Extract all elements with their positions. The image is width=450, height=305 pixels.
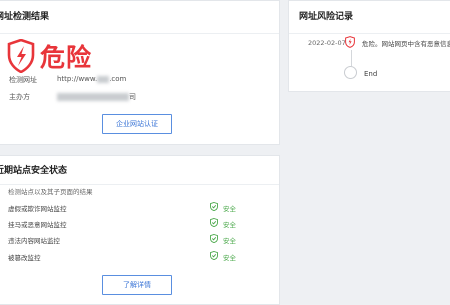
safe-shield-icon: [210, 218, 218, 227]
owner-value: 司: [57, 92, 136, 102]
status-row-value: 安全: [223, 237, 236, 245]
url-value: http://www. .com: [57, 75, 126, 83]
timeline-line: [351, 50, 352, 66]
verdict-text: 危险: [40, 43, 93, 72]
safe-shield-icon: [210, 251, 218, 260]
status-row: 违法内容网站监控 安全: [8, 234, 268, 247]
timeline-end-dot: [344, 66, 357, 79]
status-row-label: 违法内容网站监控: [8, 237, 60, 245]
status-row-label: 挂马或恶意网站监控: [8, 221, 67, 229]
url-prefix: http://www.: [57, 75, 98, 83]
danger-record-icon: [345, 36, 355, 48]
url-suffix: .com: [109, 75, 127, 83]
status-row-value: 安全: [223, 205, 236, 213]
detection-result-card: 网址检测结果 危险 检测网址 http://www. .com 主办方 司 企业网…: [0, 0, 280, 145]
security-status-title: 近期站点安全状态: [0, 156, 279, 185]
status-row-label: 虚假或欺诈网站监控: [8, 205, 67, 213]
status-row: 被篡改监控 安全: [8, 251, 268, 264]
risk-record-card: 网址风险记录 2022-02-07 危险。网站网页中含有恶意信息 End: [288, 0, 450, 92]
safe-shield-icon: [210, 202, 218, 211]
enterprise-certify-button[interactable]: 企业网站认证: [102, 114, 172, 134]
danger-shield-icon: [7, 39, 35, 73]
url-label: 检测网址: [9, 76, 37, 84]
owner-row: 主办方 司: [9, 92, 269, 102]
owner-redacted: [57, 93, 129, 101]
url-row: 检测网址 http://www. .com: [9, 75, 269, 85]
timeline-end-label: End: [364, 70, 378, 78]
status-description: 检测站点以及其子页面的结果: [8, 188, 93, 196]
owner-suffix: 司: [129, 93, 136, 101]
detection-result-title: 网址检测结果: [0, 1, 279, 34]
url-redacted: [97, 75, 110, 83]
record-date: 2022-02-07: [308, 39, 346, 47]
risk-record-title: 网址风险记录: [289, 1, 450, 34]
security-status-card: 近期站点安全状态 检测站点以及其子页面的结果 虚假或欺诈网站监控 安全 挂马或恶…: [0, 155, 280, 305]
status-row-value: 安全: [223, 221, 236, 229]
status-row-label: 被篡改监控: [8, 254, 41, 262]
owner-label: 主办方: [9, 93, 30, 101]
learn-more-button[interactable]: 了解详情: [102, 275, 172, 295]
safe-shield-icon: [210, 234, 218, 243]
status-row: 虚假或欺诈网站监控 安全: [8, 202, 268, 215]
status-row: 挂马或恶意网站监控 安全: [8, 218, 268, 231]
status-row-value: 安全: [223, 254, 236, 262]
record-text: 危险。网站网页中含有恶意信息: [362, 40, 450, 48]
